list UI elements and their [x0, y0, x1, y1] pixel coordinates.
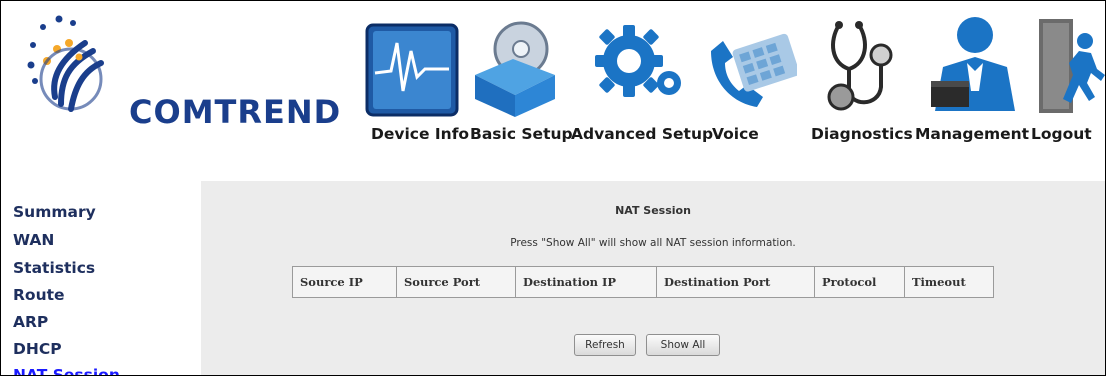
nav-advanced-setup[interactable]: Advanced Setup [571, 125, 713, 143]
col-destination-ip: Destination IP [515, 266, 657, 298]
advanced-setup-icon[interactable] [589, 11, 689, 119]
refresh-button[interactable]: Refresh [574, 334, 636, 356]
table-header-row: Source IP Source Port Destination IP Des… [292, 266, 994, 298]
sidebar-item-nat-session[interactable]: NAT Session [13, 366, 120, 375]
col-source-port: Source Port [396, 266, 516, 298]
logout-icon[interactable] [1035, 11, 1105, 119]
sidebar-item-dhcp[interactable]: DHCP [13, 340, 62, 358]
nav-management[interactable]: Management [915, 125, 1029, 143]
basic-setup-icon[interactable] [469, 11, 561, 119]
nav-voice[interactable]: Voice [712, 125, 759, 143]
sidebar-item-arp[interactable]: ARP [13, 313, 48, 331]
nat-session-table: Source IP Source Port Destination IP Des… [292, 266, 994, 298]
voice-icon[interactable] [701, 11, 800, 119]
page-frame: COMTREND Device Info Basic Setup Advance… [0, 0, 1106, 376]
diagnostics-icon[interactable] [819, 11, 903, 119]
nav-diagnostics[interactable]: Diagnostics [811, 125, 913, 143]
nav-basic-setup[interactable]: Basic Setup [470, 125, 573, 143]
col-protocol: Protocol [814, 266, 905, 298]
nav-device-info[interactable]: Device Info [371, 125, 469, 143]
main-content: NAT Session Press "Show All" will show a… [201, 181, 1105, 375]
sidebar-item-route[interactable]: Route [13, 286, 65, 304]
comtrend-globe-icon [27, 15, 104, 112]
col-timeout: Timeout [904, 266, 994, 298]
sidebar-item-summary[interactable]: Summary [13, 203, 96, 221]
comtrend-logo[interactable]: COMTREND [21, 9, 341, 139]
nav-logout[interactable]: Logout [1031, 125, 1092, 143]
header: COMTREND Device Info Basic Setup Advance… [1, 1, 1105, 181]
brand-name: COMTREND [129, 93, 342, 131]
page-description: Press "Show All" will show all NAT sessi… [510, 237, 796, 249]
sidebar-item-wan[interactable]: WAN [13, 231, 54, 249]
management-icon[interactable] [925, 11, 1025, 119]
sidebar-item-statistics[interactable]: Statistics [13, 259, 95, 277]
col-source-ip: Source IP [292, 266, 397, 298]
device-info-icon[interactable] [363, 11, 463, 119]
col-destination-port: Destination Port [656, 266, 815, 298]
sidebar: Summary WAN Statistics Route ARP DHCP NA… [1, 181, 201, 375]
page-title: NAT Session [615, 204, 691, 217]
show-all-button[interactable]: Show All [646, 334, 720, 356]
